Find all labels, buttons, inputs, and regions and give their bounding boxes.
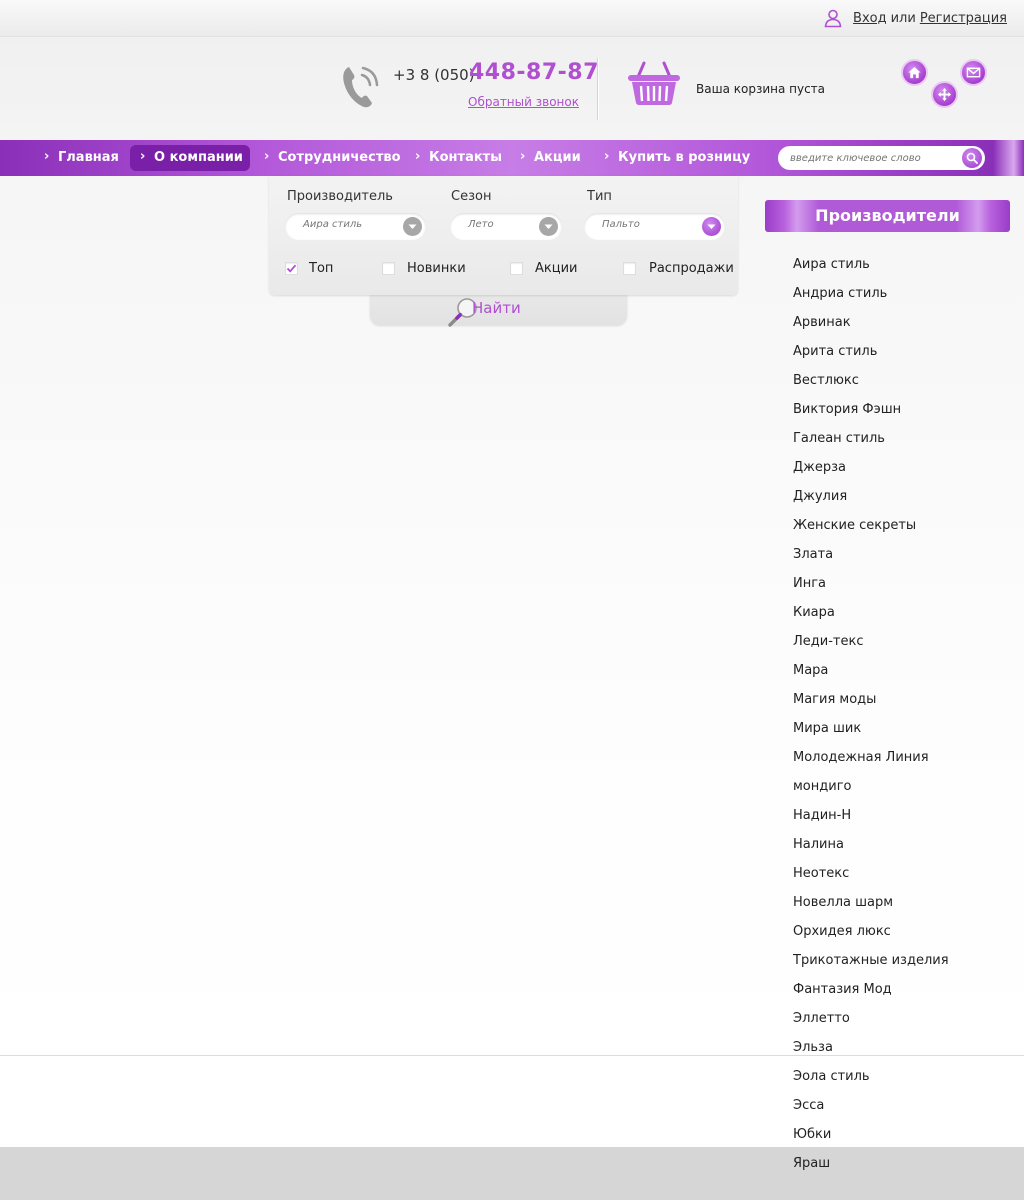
nav-item-label: Главная bbox=[58, 150, 119, 165]
chevron-down-icon bbox=[702, 217, 721, 236]
user-icon bbox=[824, 9, 842, 28]
search-box bbox=[778, 146, 985, 170]
manufacturer-link[interactable]: Женские секреты bbox=[793, 516, 949, 545]
manufacturers-heading: Производители bbox=[765, 200, 1010, 232]
checkmark-icon bbox=[286, 264, 297, 273]
manufacturer-link[interactable]: Мара bbox=[793, 661, 949, 690]
chevron-right-icon: › bbox=[415, 149, 421, 164]
nav-item-label: Акции bbox=[534, 150, 581, 165]
search-input[interactable] bbox=[790, 149, 958, 167]
manufacturer-link[interactable]: Аира стиль bbox=[793, 255, 949, 284]
manufacturer-link[interactable]: Трикотажные изделия bbox=[793, 951, 949, 980]
checkbox-sales[interactable] bbox=[623, 262, 636, 275]
nav-item-home[interactable]: › Главная bbox=[34, 145, 131, 171]
manufacturer-link[interactable]: Новелла шарм bbox=[793, 893, 949, 922]
header-divider bbox=[597, 58, 598, 120]
nav-item-about[interactable]: › О компании bbox=[130, 145, 250, 171]
chevron-right-icon: › bbox=[520, 149, 526, 164]
top-strip: Вход или Регистрация bbox=[0, 0, 1024, 37]
auth-links: Вход или Регистрация bbox=[823, 8, 1007, 28]
season-select[interactable]: Лето bbox=[450, 213, 562, 240]
nav-item-label: Купить в розницу bbox=[618, 150, 751, 165]
auth-or: или bbox=[890, 10, 916, 26]
chevron-right-icon: › bbox=[140, 149, 146, 164]
manufacturer-link[interactable]: Эллетто bbox=[793, 1009, 949, 1038]
manufacturer-link[interactable]: Яраш bbox=[793, 1154, 949, 1183]
manufacturer-link[interactable]: Орхидея люкс bbox=[793, 922, 949, 951]
search-icon bbox=[966, 152, 978, 164]
manufacturer-link[interactable]: Эльза bbox=[793, 1038, 949, 1067]
checkbox-top[interactable] bbox=[285, 262, 298, 275]
manufacturer-link[interactable]: Киара bbox=[793, 603, 949, 632]
checkbox-promotions[interactable] bbox=[510, 262, 523, 275]
manufacturer-link[interactable]: Надин-Н bbox=[793, 806, 949, 835]
type-label: Тип bbox=[587, 189, 612, 204]
manufacturer-link[interactable]: Арвинак bbox=[793, 313, 949, 342]
manufacturer-link[interactable]: Налина bbox=[793, 835, 949, 864]
nav-item-promotions[interactable]: › Акции bbox=[510, 145, 593, 171]
nav-item-label: О компании bbox=[154, 150, 243, 165]
season-label: Сезон bbox=[451, 189, 492, 204]
manufacturer-link[interactable]: Джерза bbox=[793, 458, 949, 487]
nav-item-label: Контакты bbox=[429, 150, 502, 165]
manufacturer-select[interactable]: Аира стиль bbox=[285, 213, 426, 240]
manufacturer-link[interactable]: мондиго bbox=[793, 777, 949, 806]
manufacturer-link[interactable]: Андриа стиль bbox=[793, 284, 949, 313]
checkbox-sales-label: Распродажи bbox=[649, 261, 734, 276]
mail-icon bbox=[966, 67, 981, 78]
home-button[interactable] bbox=[901, 59, 928, 86]
type-value: Пальто bbox=[602, 219, 640, 230]
nav-item-retail[interactable]: › Купить в розницу bbox=[594, 145, 762, 171]
chevron-down-icon bbox=[403, 217, 422, 236]
cart-status: Ваша корзина пуста bbox=[696, 82, 826, 96]
manufacturer-link[interactable]: Эсса bbox=[793, 1096, 949, 1125]
manufacturer-link[interactable]: Неотекс bbox=[793, 864, 949, 893]
checkbox-new-label: Новинки bbox=[407, 261, 466, 276]
manufacturer-link[interactable]: Молодежная Линия bbox=[793, 748, 949, 777]
login-link[interactable]: Вход bbox=[853, 11, 887, 26]
find-label: Найти bbox=[472, 299, 521, 317]
manufacturer-label: Производитель bbox=[287, 189, 393, 204]
manufacturer-link[interactable]: Галеан стиль bbox=[793, 429, 949, 458]
manufacturer-link[interactable]: Виктория Фэшн bbox=[793, 400, 949, 429]
checkbox-promotions-label: Акции bbox=[535, 261, 578, 276]
basket-icon[interactable] bbox=[626, 59, 682, 107]
manufacturer-link[interactable]: Джулия bbox=[793, 487, 949, 516]
manufacturer-link[interactable]: Леди-текс bbox=[793, 632, 949, 661]
chevron-right-icon: › bbox=[44, 149, 50, 164]
manufacturer-list: Аира стиль Андриа стиль Арвинак Арита стиль… bbox=[793, 255, 949, 1183]
checkbox-new[interactable] bbox=[382, 262, 395, 275]
phone-icon bbox=[343, 66, 379, 108]
nav-item-cooperation[interactable]: › Сотрудничество bbox=[254, 145, 413, 171]
manufacturer-link[interactable]: Фантазия Мод bbox=[793, 980, 949, 1009]
phone-number: 448-87-87 bbox=[469, 60, 599, 85]
chevron-down-icon bbox=[539, 217, 558, 236]
search-button[interactable] bbox=[962, 148, 982, 168]
sitemap-button[interactable] bbox=[931, 81, 958, 108]
manufacturer-link[interactable]: Арита стиль bbox=[793, 342, 949, 371]
manufacturer-link[interactable]: Эола стиль bbox=[793, 1067, 949, 1096]
checkbox-top-label: Топ bbox=[309, 261, 334, 276]
manufacturer-link[interactable]: Злата bbox=[793, 545, 949, 574]
sitemap-icon bbox=[937, 87, 952, 102]
type-select[interactable]: Пальто bbox=[584, 213, 725, 240]
season-value: Лето bbox=[468, 219, 494, 230]
manufacturer-link[interactable]: Мира шик bbox=[793, 719, 949, 748]
callback-link[interactable]: Обратный звонок bbox=[468, 95, 579, 109]
nav-item-label: Сотрудничество bbox=[278, 150, 401, 165]
manufacturer-link[interactable]: Вестлюкс bbox=[793, 371, 949, 400]
manufacturer-value: Аира стиль bbox=[303, 219, 363, 230]
register-link[interactable]: Регистрация bbox=[920, 11, 1007, 26]
mail-button[interactable] bbox=[960, 59, 987, 86]
home-icon bbox=[908, 66, 921, 79]
nav-item-contacts[interactable]: › Контакты bbox=[405, 145, 514, 171]
manufacturer-link[interactable]: Магия моды bbox=[793, 690, 949, 719]
chevron-right-icon: › bbox=[604, 149, 610, 164]
manufacturer-link[interactable]: Инга bbox=[793, 574, 949, 603]
manufacturer-link[interactable]: Юбки bbox=[793, 1125, 949, 1154]
phone-prefix: +3 8 (050) bbox=[393, 66, 475, 84]
chevron-right-icon: › bbox=[264, 149, 270, 164]
